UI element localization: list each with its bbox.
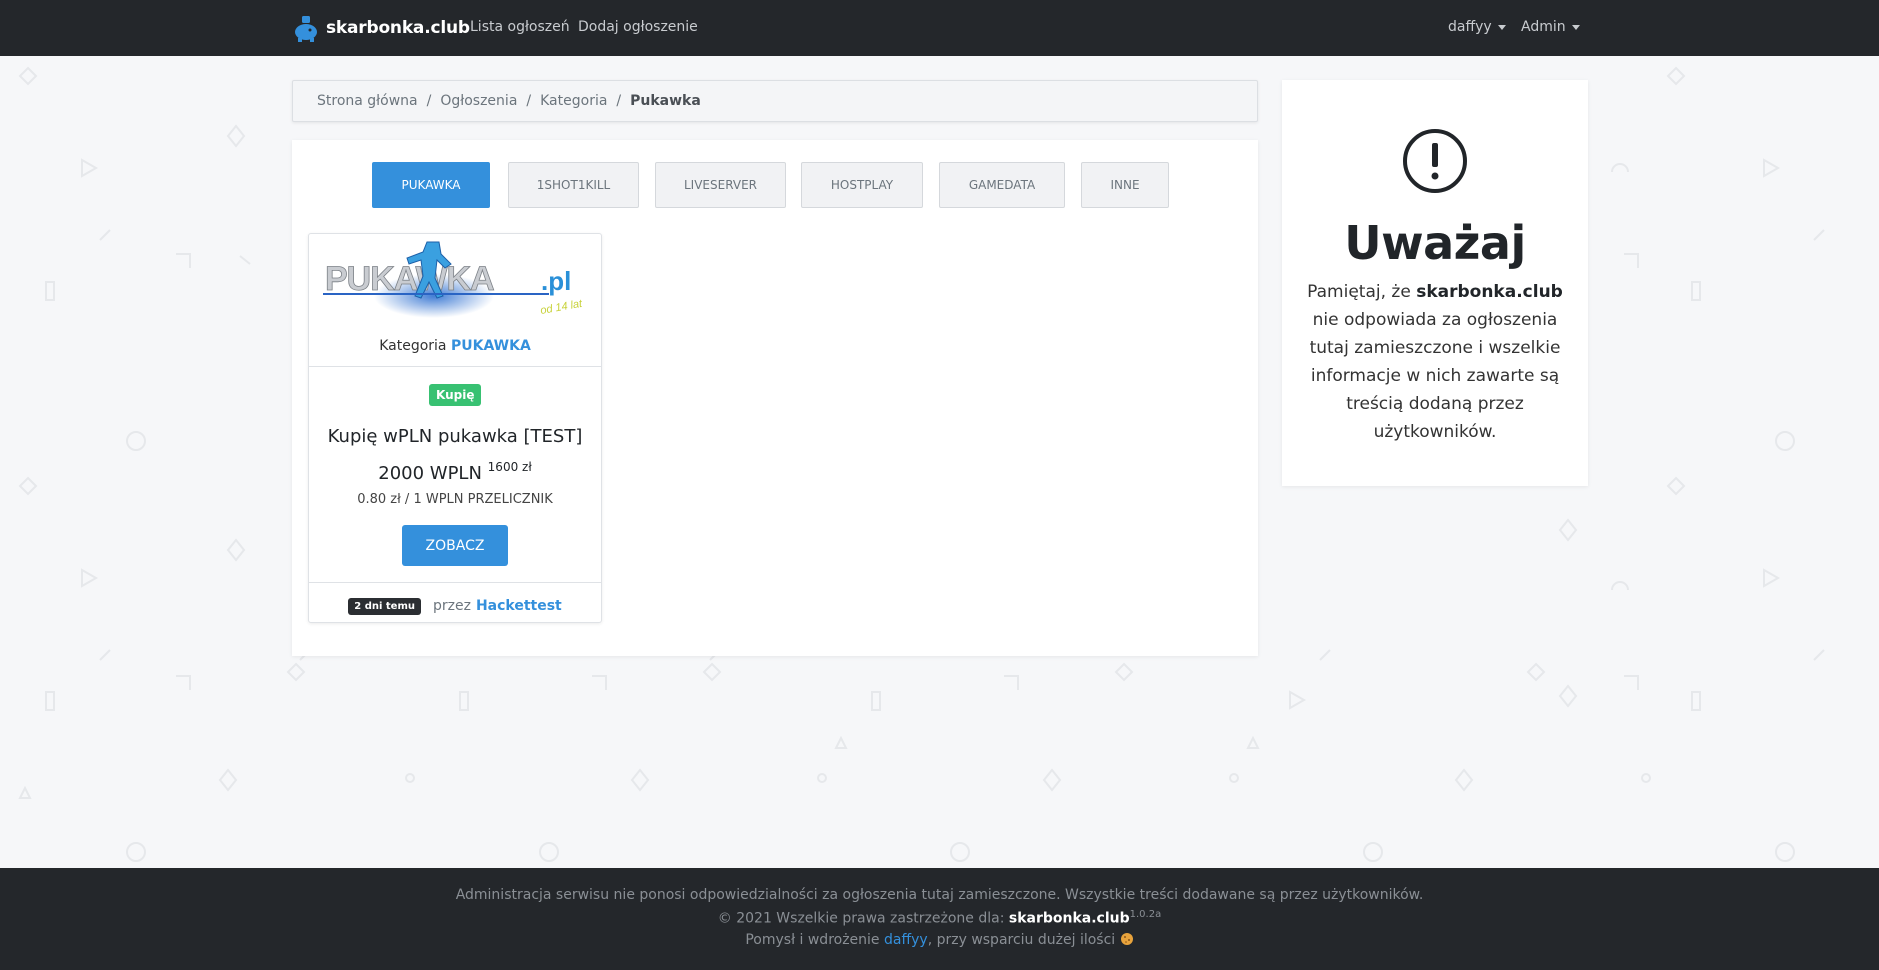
copyright-text: © 2021 Wszelkie prawa zastrzeżone dla: (717, 910, 1005, 927)
warning-title: Uważaj (1344, 216, 1526, 270)
logo-wordmark: PUKAWKA (325, 260, 494, 298)
footer-site-name: skarbonka.club (1008, 910, 1130, 927)
price-pln: 1600 zł (487, 460, 532, 474)
breadcrumb-category[interactable]: Kategoria (540, 93, 607, 109)
brand-logo[interactable]: skarbonka.club (292, 14, 470, 42)
breadcrumb: Strona główna / Ogłoszenia / Kategoria /… (292, 80, 1258, 122)
credits-author-link[interactable]: daffyy (884, 932, 928, 948)
credits-text: Pomysł i wdrożenie (745, 932, 880, 948)
tab-gamedata[interactable]: GAMEDATA (939, 162, 1065, 208)
breadcrumb-listings[interactable]: Ogłoszenia (440, 93, 517, 109)
tab-1shot1kill[interactable]: 1SHOT1KILL (508, 162, 639, 208)
cookie-icon (1120, 933, 1133, 945)
breadcrumb-separator: / (426, 93, 432, 109)
time-ago-badge: 2 dni temu (348, 597, 421, 615)
breadcrumb-separator: / (616, 93, 622, 109)
nav-link-add-listing[interactable]: Dodaj ogłoszenie (578, 19, 698, 35)
version-number: 1.0.2a (1129, 909, 1162, 920)
logo-domain: .pl (541, 266, 571, 296)
author-link[interactable]: Hackettest (476, 598, 562, 614)
type-badge: Kupię (429, 384, 482, 406)
footer-disclaimer: Administracja serwisu nie ponosi odpowie… (455, 887, 1424, 903)
card-divider (309, 366, 601, 367)
tab-hostplay[interactable]: HOSTPLAY (801, 162, 923, 208)
breadcrumb-home[interactable]: Strona główna (317, 93, 418, 109)
card-divider (309, 582, 601, 583)
exclamation-circle-icon (1403, 129, 1467, 193)
listing-price: 2000 WPLN 1600 zł (309, 460, 601, 484)
tab-liveserver[interactable]: LIVESERVER (655, 162, 786, 208)
warning-site-name: skarbonka.club (1416, 282, 1563, 302)
caret-down-icon (1497, 25, 1506, 30)
breadcrumb-current: Pukawka (630, 93, 701, 109)
nav-link-listings[interactable]: Lista ogłoszeń (470, 19, 570, 35)
logo-age-note: od 14 lat (539, 298, 584, 317)
caret-down-icon (1571, 25, 1580, 30)
warning-text: Pamiętaj, że skarbonka.club nie odpowiad… (1302, 278, 1568, 446)
admin-dropdown[interactable]: Admin (1521, 19, 1580, 35)
view-listing-button[interactable]: ZOBACZ (402, 525, 508, 566)
listing-meta: 2 dni temu przez Hackettest (309, 590, 601, 622)
exchange-rate: 0.80 zł / 1 WPLN PRZELICZNIK (357, 492, 553, 507)
footer-copyright: © 2021 Wszelkie prawa zastrzeżone dla: s… (0, 909, 1879, 927)
brand-name: skarbonka.club (326, 18, 470, 38)
page-footer: Administracja serwisu nie ponosi odpowie… (0, 868, 1879, 970)
listing-category: Kategoria PUKAWKA (309, 338, 601, 354)
listings-panel: PUKAWKA 1SHOT1KILL LIVESERVER HOSTPLAY G… (292, 140, 1258, 656)
admin-dropdown-label: Admin (1521, 19, 1566, 35)
listing-card: PUKAWKA .pl od 14 lat Kategoria PUKAWKA … (308, 233, 602, 623)
price-amount: 2000 WPLN (378, 463, 482, 484)
tab-pukawka[interactable]: PUKAWKA (372, 162, 490, 208)
breadcrumb-separator: / (526, 93, 532, 109)
warning-text-end: nie odpowiada za ogłoszenia tutaj zamies… (1309, 310, 1561, 442)
footer-credits: Pomysł i wdrożenie daffyy, przy wsparciu… (0, 932, 1879, 948)
by-label: przez (432, 598, 471, 614)
user-dropdown[interactable]: daffyy (1448, 19, 1506, 35)
tab-inne[interactable]: INNE (1081, 162, 1169, 208)
listing-title: Kupię wPLN pukawka [TEST] (327, 426, 583, 447)
user-dropdown-label: daffyy (1448, 19, 1492, 35)
category-link[interactable]: PUKAWKA (451, 338, 531, 354)
credits-text-end: , przy wsparciu dużej ilości (927, 932, 1116, 948)
warning-panel: Uważaj Pamiętaj, że skarbonka.club nie o… (1282, 80, 1588, 486)
warning-text-start: Pamiętaj, że (1307, 282, 1411, 302)
piggy-bank-icon (295, 16, 317, 42)
top-navbar: skarbonka.club Lista ogłoszeń Dodaj ogło… (0, 0, 1879, 56)
category-logo: PUKAWKA .pl od 14 lat (323, 241, 584, 318)
category-label: Kategoria (379, 338, 447, 354)
